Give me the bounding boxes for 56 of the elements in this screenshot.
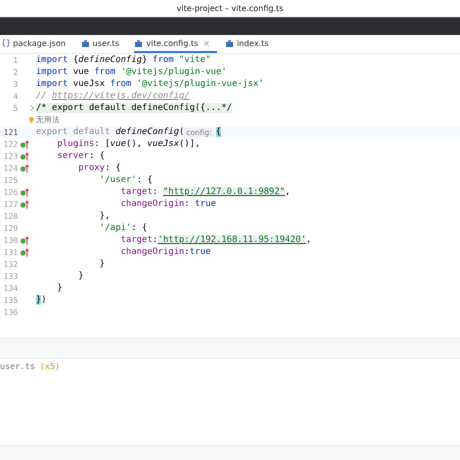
code-line: }) [36, 294, 47, 306]
code-line: '/user': { [98, 174, 153, 186]
editor-tab[interactable]: index.ts [224, 35, 276, 53]
override-marker-icon[interactable] [20, 164, 28, 172]
code-line: } [98, 258, 105, 270]
code-line: import {defineConfig} from "vite" [36, 54, 211, 66]
override-marker-icon[interactable] [20, 152, 28, 160]
override-marker-icon[interactable] [20, 188, 28, 196]
code-line: import vue from '@vitejs/plugin-vue' [36, 66, 227, 78]
code-line: } [77, 270, 84, 282]
usage-result[interactable]: user.ts (x5) [0, 361, 60, 371]
line-number: 132 [2, 260, 18, 268]
code-line: target:'http://192.168.11.95:19420', [120, 234, 312, 246]
code-line: proxy: { [77, 162, 121, 174]
override-marker-icon[interactable] [20, 236, 28, 244]
override-marker-icon[interactable] [20, 248, 28, 256]
line-number: 136 [2, 308, 18, 316]
code-line: '/api': { [98, 222, 148, 234]
line-number: 3 [12, 80, 18, 88]
line-number: 134 [2, 284, 18, 292]
code-line: }, [98, 210, 110, 222]
line-number: 124 [2, 164, 18, 172]
line-number: 122 [2, 140, 18, 148]
code-line: // https://vitejs.dev/config/ [36, 90, 190, 102]
typescript-file-icon [80, 38, 90, 48]
code-line: server: { [56, 150, 105, 162]
override-marker-icon[interactable] [20, 200, 28, 208]
line-number: 121 [2, 128, 18, 136]
typescript-file-icon [134, 38, 144, 48]
line-number: 5 [12, 104, 18, 112]
line-number: 4 [12, 92, 18, 100]
line-number: 123 [2, 152, 18, 160]
line-number: 126 [2, 188, 18, 196]
line-number: 2 [12, 68, 18, 76]
typescript-file-icon [224, 38, 234, 48]
code-line: changeOrigin:true [120, 246, 211, 258]
editor-tab[interactable]: package.json [2, 35, 73, 53]
override-marker-icon[interactable] [20, 140, 28, 148]
line-number: 131 [2, 248, 18, 256]
code-line: changeOrigin: true [120, 198, 216, 210]
line-number: 1 [12, 56, 18, 64]
code-line: } [56, 282, 62, 294]
line-number: 125 [2, 176, 18, 184]
code-line: plugins: [vue(), vueJsx()], [56, 138, 200, 150]
code-line: target: "http://127.0.0.1:9892", [120, 186, 290, 198]
editor-tab[interactable]: user.ts [80, 35, 126, 53]
line-number: 135 [2, 296, 18, 304]
line-number: 133 [2, 272, 18, 280]
window-title: vite-project – vite.config.ts [176, 4, 284, 13]
json-file-icon [2, 39, 10, 47]
line-number: 127 [2, 200, 18, 208]
code-line: import vueJsx from '@vitejs/plugin-vue-jsx' [36, 78, 264, 90]
line-number: 129 [2, 224, 18, 232]
line-number: 130 [2, 236, 18, 244]
editor-tab[interactable]: vite.config.ts × [134, 35, 217, 53]
line-number: 128 [2, 212, 18, 220]
